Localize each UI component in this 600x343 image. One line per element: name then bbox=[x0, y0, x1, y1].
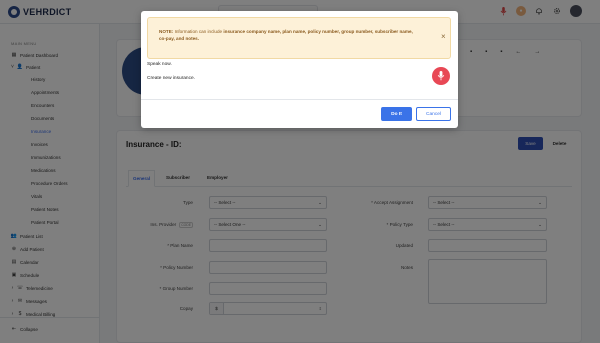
note-text: NOTE: Information can include insurance … bbox=[159, 28, 417, 42]
close-icon[interactable]: × bbox=[441, 32, 446, 41]
modal-divider bbox=[141, 99, 458, 100]
cancel-button[interactable]: Cancel bbox=[416, 107, 451, 121]
mic-icon bbox=[437, 71, 445, 81]
speak-now-text: Speak now. bbox=[147, 62, 172, 67]
note-alert: NOTE: Information can include insurance … bbox=[147, 17, 451, 59]
voice-command-modal: NOTE: Information can include insurance … bbox=[141, 11, 458, 128]
note-prefix: NOTE: bbox=[159, 29, 174, 34]
note-lead: Information can include bbox=[173, 29, 224, 34]
mic-button[interactable] bbox=[432, 67, 450, 85]
do-it-button[interactable]: Do It bbox=[381, 107, 412, 121]
transcript-text: Create new insurance. bbox=[147, 76, 195, 81]
